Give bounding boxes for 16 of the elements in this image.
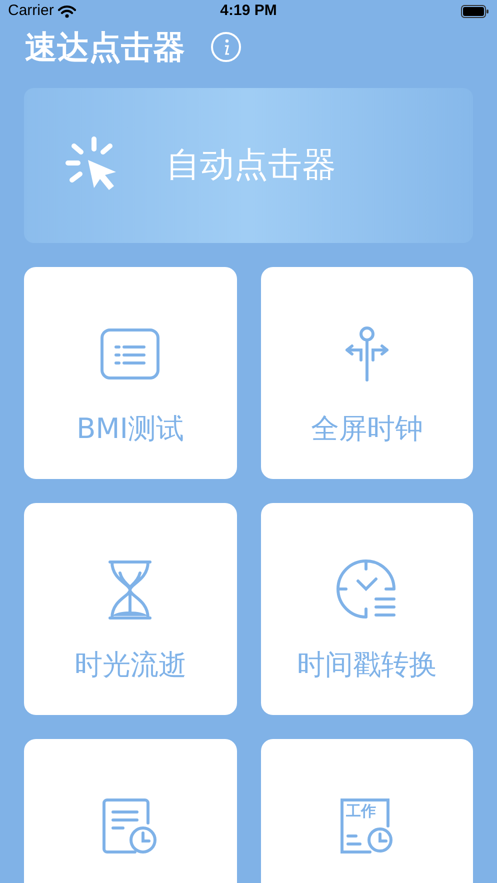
tool-card[interactable]: 时间戳转换 (260, 502, 473, 714)
info-button[interactable] (211, 32, 241, 62)
auto-clicker-banner[interactable]: 自动点击器 (24, 88, 473, 242)
list-icon (100, 328, 160, 380)
carrier-label: Carrier (8, 1, 54, 21)
clock-icon (336, 558, 398, 620)
hourglass-icon (106, 558, 154, 620)
app-title: 速达点击器 (25, 26, 185, 68)
tool-card[interactable]: 全屏时钟 (260, 266, 473, 478)
document-clock-icon (101, 798, 160, 854)
wifi-icon (58, 4, 76, 18)
tool-card[interactable]: BMI测试 (24, 266, 236, 478)
tool-card[interactable]: 时光流逝 (24, 502, 236, 714)
battery-icon (461, 4, 489, 18)
tool-card[interactable]: 工作 (260, 738, 473, 883)
status-time: 4:19 PM (220, 1, 277, 21)
